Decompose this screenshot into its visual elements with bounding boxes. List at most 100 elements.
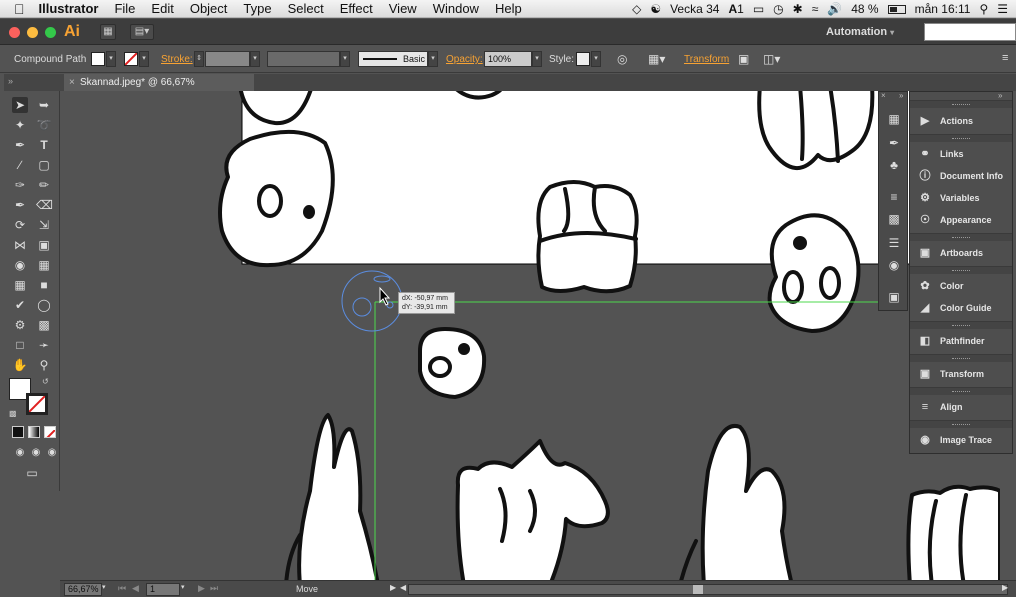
horizontal-scrollbar[interactable] (408, 584, 1008, 595)
rectangle-tool-icon[interactable]: ▢ (36, 157, 52, 173)
align-to-selection-icon[interactable]: ▦▾ (648, 52, 665, 66)
wifi-icon[interactable]: ≈ (812, 2, 819, 16)
stroke-color-box[interactable] (26, 393, 48, 415)
last-artboard-icon[interactable]: ⏭ (210, 583, 218, 594)
bridge-icon[interactable]: ▦ (100, 24, 116, 40)
symbol-sprayer-tool-icon[interactable]: ⚙ (12, 317, 28, 333)
week-label[interactable]: Vecka 34 (670, 2, 719, 16)
workspace-switcher[interactable]: Automation ▾ (826, 23, 918, 41)
stroke-panel-link[interactable]: Stroke: (161, 54, 193, 65)
menu-object[interactable]: Object (182, 1, 236, 16)
blob-face-eye[interactable] (257, 184, 283, 218)
panel-actions[interactable]: ▶ Actions (910, 110, 1012, 132)
slice-tool-icon[interactable]: ➛ (36, 337, 52, 353)
close-window-button[interactable] (9, 27, 20, 38)
collapse-dock-icon[interactable]: » (998, 91, 1002, 100)
eraser-tool-icon[interactable]: ⌫ (36, 197, 53, 213)
dropbox-icon[interactable]: ◇ (632, 2, 641, 16)
default-fill-stroke-icon[interactable]: ▩ (9, 409, 17, 418)
zoom-tool-icon[interactable]: ⚲ (36, 357, 52, 373)
scroll-right-icon[interactable]: ▶ (1002, 583, 1008, 592)
stroke-panel-icon[interactable]: ≡ (887, 190, 901, 204)
close-dock-icon[interactable]: × (881, 91, 886, 100)
panel-pathfinder[interactable]: ◧ Pathfinder (910, 330, 1012, 352)
panel-group-handle[interactable] (910, 134, 1012, 142)
graphic-style-dropdown-icon[interactable]: ▾ (591, 51, 601, 67)
document-tab[interactable]: × Skannad.jpeg* @ 66,67% (RGB/Preview) (64, 74, 254, 105)
panel-links[interactable]: ⚭ Links (910, 143, 1012, 165)
panel-group-handle[interactable] (910, 354, 1012, 362)
app-menu[interactable]: Illustrator (35, 1, 107, 16)
arrange-documents-icon[interactable]: ▤▾ (130, 24, 154, 40)
time-machine-icon[interactable]: ◷ (773, 2, 783, 16)
line-segment-tool-icon[interactable]: ∕ (12, 157, 28, 173)
sync-icon[interactable]: ☯ (650, 2, 661, 16)
blob-face-dot[interactable] (303, 205, 315, 219)
clock[interactable]: mån 16:11 (915, 2, 971, 16)
spotlight-icon[interactable]: ⚲ (979, 2, 988, 16)
panel-image-trace[interactable]: ◉ Image Trace (910, 429, 1012, 451)
variable-width-profile[interactable] (267, 51, 340, 67)
document-canvas[interactable]: dX: -50,97 mm dY: -39,91 mm (60, 91, 1000, 580)
current-tool-status[interactable]: Move (296, 584, 318, 594)
artboard-dropdown-icon[interactable]: ▾ (181, 583, 185, 591)
rotate-tool-icon[interactable]: ⟳ (12, 217, 28, 233)
status-menu-arrow-icon[interactable]: ▶ (390, 583, 396, 592)
zoom-level-field[interactable]: 66,67% (64, 583, 102, 596)
draw-normal-icon[interactable]: ◉ (12, 445, 28, 461)
none-mode-button[interactable] (44, 426, 56, 438)
recolor-artwork-icon[interactable]: ◎ (617, 52, 627, 66)
blob-rabbit-ears[interactable] (297, 413, 380, 580)
first-artboard-icon[interactable]: ⏮ (118, 583, 126, 594)
fill-swatch[interactable] (91, 52, 105, 66)
swap-fill-stroke-icon[interactable]: ↺ (42, 377, 49, 386)
magic-wand-tool-icon[interactable]: ✦ (12, 117, 28, 133)
opacity-field[interactable]: 100% (484, 51, 532, 67)
color-mode-button[interactable] (12, 426, 24, 438)
symbols-panel-icon[interactable]: ♣ (887, 158, 901, 172)
next-artboard-icon[interactable]: ▶ (198, 583, 205, 594)
menu-select[interactable]: Select (280, 1, 332, 16)
menu-window[interactable]: Window (425, 1, 487, 16)
panel-group-handle[interactable] (910, 387, 1012, 395)
variable-width-dropdown-icon[interactable]: ▾ (340, 51, 350, 67)
perspective-grid-tool-icon[interactable]: ▦ (36, 257, 52, 273)
transform-panel-link[interactable]: Transform (684, 54, 729, 65)
menu-file[interactable]: File (106, 1, 143, 16)
apple-menu-icon[interactable]:  (0, 1, 35, 17)
shape-builder-tool-icon[interactable]: ◉ (12, 257, 28, 273)
panel-appearance[interactable]: ☉ Appearance (910, 209, 1012, 231)
selection-tool-icon[interactable]: ➤ (12, 97, 28, 113)
mesh-tool-icon[interactable]: ▦ (12, 277, 28, 293)
blob-long-ears[interactable] (700, 423, 793, 580)
type-tool-icon[interactable]: T (36, 137, 52, 153)
expand-dock-icon[interactable]: » (899, 91, 903, 100)
stroke-weight-field[interactable] (205, 51, 250, 67)
direct-selection-tool-icon[interactable]: ➥ (36, 97, 52, 113)
menu-effect[interactable]: Effect (332, 1, 381, 16)
airplay-icon[interactable]: ▭ (753, 2, 764, 16)
menu-view[interactable]: View (381, 1, 425, 16)
panel-group-handle[interactable] (910, 233, 1012, 241)
gradient-panel-icon[interactable]: ▩ (887, 212, 901, 226)
panel-group-handle[interactable] (910, 420, 1012, 428)
bluetooth-icon[interactable]: ✱ (793, 2, 803, 16)
gradient-tool-icon[interactable]: ■ (36, 277, 52, 293)
collapse-tools-icon[interactable]: » (8, 76, 13, 86)
battery-percent[interactable]: 48 % (851, 2, 878, 16)
menu-help[interactable]: Help (487, 1, 530, 16)
opacity-dropdown-icon[interactable]: ▾ (532, 51, 542, 67)
panel-color-guide[interactable]: ◢ Color Guide (910, 297, 1012, 319)
panel-document-info[interactable]: ⓘ Document Info (910, 165, 1012, 187)
menu-type[interactable]: Type (235, 1, 279, 16)
panel-transform[interactable]: ▣ Transform (910, 363, 1012, 385)
panel-artboards[interactable]: ▣ Artboards (910, 242, 1012, 264)
free-transform-tool-icon[interactable]: ▣ (36, 237, 52, 253)
panel-variables[interactable]: ⚙ Variables (910, 187, 1012, 209)
volume-icon[interactable]: 🔊 (827, 2, 842, 16)
pen-tool-icon[interactable]: ✒ (12, 137, 28, 153)
screen-mode-icon[interactable]: ▭ (22, 465, 42, 481)
artboard-number-field[interactable]: 1 (146, 583, 180, 596)
transparency-panel-icon[interactable]: ◉ (887, 258, 901, 272)
stroke-weight-stepper[interactable]: ⇕ (194, 51, 204, 67)
